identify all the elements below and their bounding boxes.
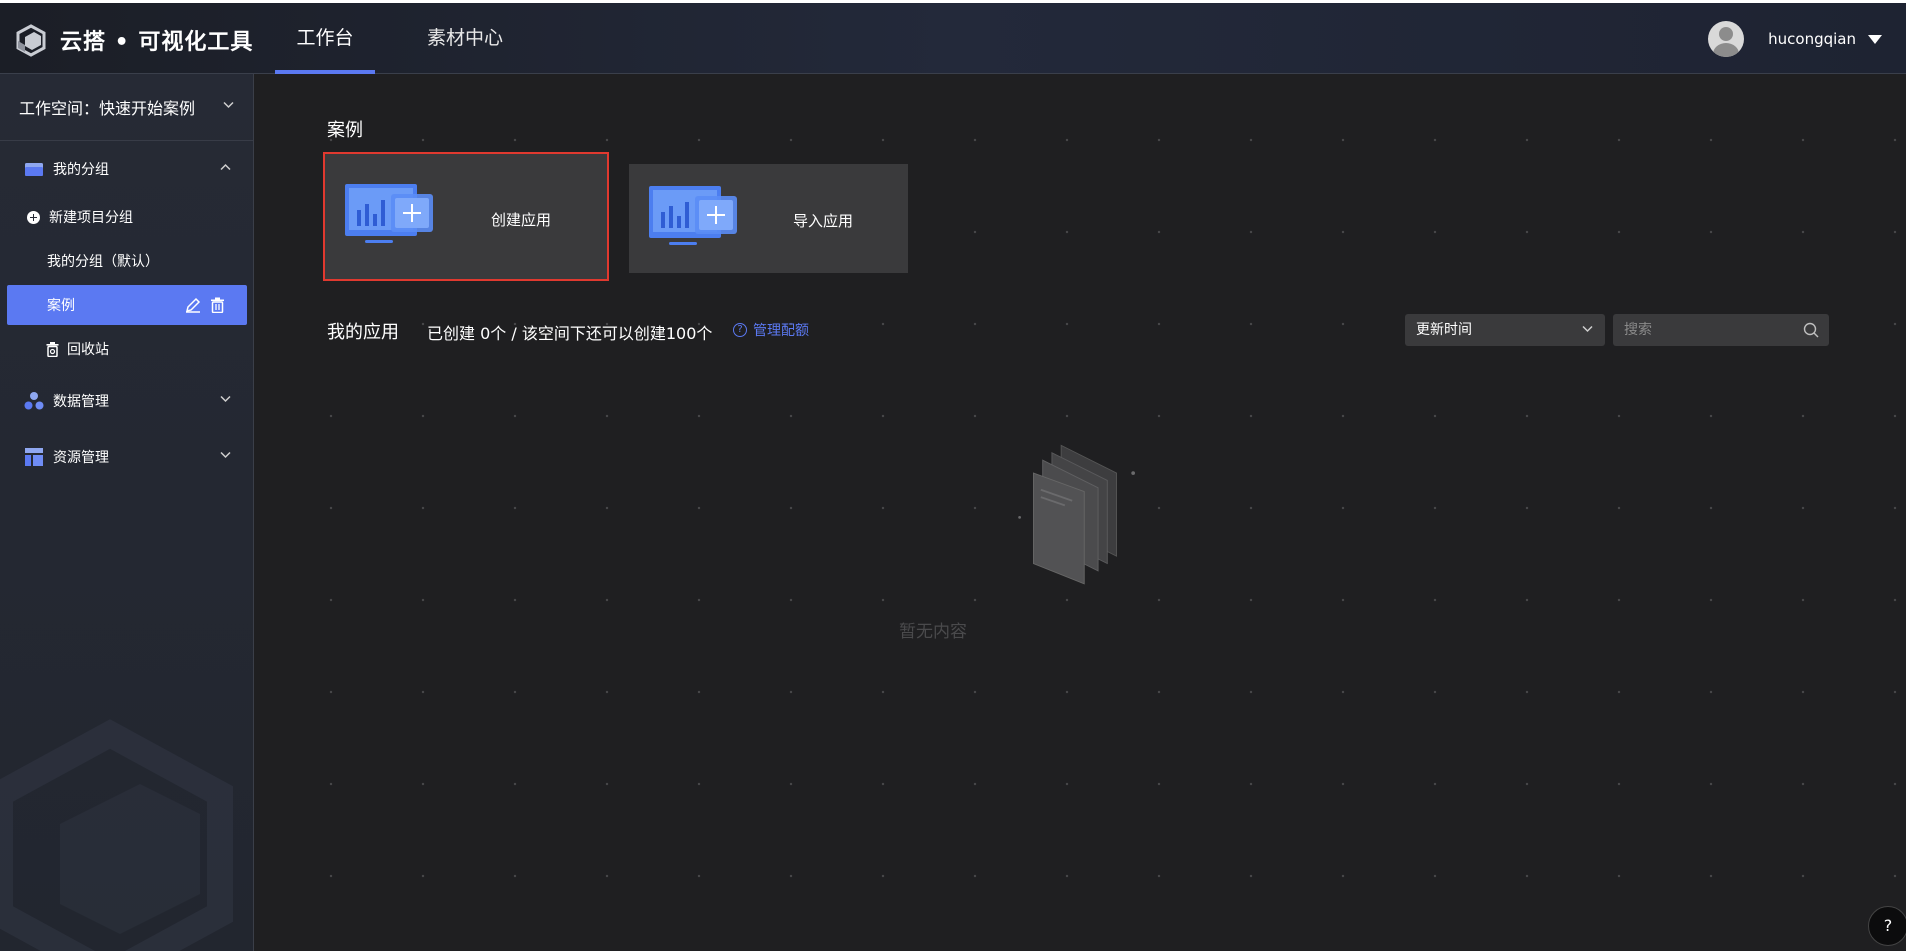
avatar[interactable]	[1708, 21, 1745, 57]
sidebar-group-label: 资源管理	[53, 450, 109, 466]
workspace-selector[interactable]: 工作空间：快速开始案例	[0, 74, 253, 141]
delete-icon[interactable]	[210, 297, 225, 313]
top-bar: 云搭 • 可视化工具 工作台 素材中心 hucongqian	[0, 0, 1906, 74]
sort-select[interactable]: 更新时间	[1405, 314, 1605, 346]
import-app-icon	[649, 186, 737, 245]
sidebar-group-data-management[interactable]: 数据管理	[0, 373, 253, 429]
add-circle-icon	[27, 210, 40, 224]
chevron-down-icon	[220, 395, 231, 403]
sidebar-item-label: 案例	[47, 298, 75, 314]
create-app-label: 创建应用	[491, 211, 552, 229]
sidebar-group-resource-management[interactable]: 资源管理	[0, 429, 253, 485]
section-title: 案例	[327, 120, 363, 141]
empty-state-text: 暂无内容	[899, 622, 967, 642]
help-button[interactable]: ?	[1868, 906, 1906, 946]
caret-down-icon[interactable]	[1868, 34, 1882, 44]
logo-watermark-icon	[0, 719, 233, 951]
chevron-down-icon	[220, 451, 231, 459]
avatar-body-shape	[1713, 43, 1740, 57]
sidebar: 工作空间：快速开始案例 我的分组 新建项目分组 我的分组（默认） 案例 回收站 …	[0, 74, 254, 951]
sidebar-group-label: 我的分组	[53, 162, 109, 178]
manage-quota-link[interactable]: ? 管理配额	[733, 320, 809, 340]
manage-quota-label: 管理配额	[753, 323, 809, 339]
main-content: 案例 创建应用 导入应用 我的应用 已创建 0个 / 该空间下还可以创建100个…	[255, 74, 1906, 951]
import-app-label: 导入应用	[793, 212, 854, 230]
create-app-card[interactable]: 创建应用	[323, 152, 609, 281]
username[interactable]: hucongqian	[1768, 30, 1856, 48]
avatar-head-shape	[1719, 27, 1734, 41]
new-group-button[interactable]: 新建项目分组	[7, 197, 247, 237]
search-box[interactable]	[1613, 314, 1829, 346]
edit-icon[interactable]	[185, 297, 201, 313]
search-input[interactable]	[1613, 314, 1793, 346]
sidebar-item-default-group[interactable]: 我的分组（默认）	[7, 241, 247, 281]
sidebar-group-my-groups[interactable]: 我的分组	[0, 141, 253, 197]
create-app-icon	[345, 184, 433, 243]
brand-name: 云搭 • 可视化工具	[60, 30, 254, 55]
my-apps-title: 我的应用	[327, 322, 399, 343]
trash-icon	[46, 341, 59, 357]
data-nodes-icon	[24, 392, 44, 410]
sidebar-group-label: 数据管理	[53, 394, 109, 410]
layout-icon	[25, 448, 43, 466]
sidebar-item-label: 我的分组（默认）	[47, 254, 159, 270]
workspace-label: 工作空间：快速开始案例	[19, 99, 196, 118]
folder-icon	[25, 163, 43, 176]
apps-quota-info: 已创建 0个 / 该空间下还可以创建100个	[427, 324, 713, 343]
empty-state-illustration	[1018, 444, 1135, 585]
logo-icon	[16, 24, 46, 57]
search-icon[interactable]	[1803, 322, 1819, 338]
chevron-up-icon	[220, 163, 231, 171]
import-app-card[interactable]: 导入应用	[629, 164, 908, 273]
chevron-down-icon	[1582, 325, 1593, 333]
logo[interactable]: 云搭 • 可视化工具	[14, 23, 253, 57]
question-circle-icon: ?	[733, 323, 747, 337]
sidebar-item-cases[interactable]: 案例	[7, 285, 247, 325]
chevron-down-icon	[223, 101, 234, 109]
new-group-label: 新建项目分组	[49, 210, 133, 226]
sort-selected-value: 更新时间	[1416, 322, 1472, 338]
user-menu[interactable]: hucongqian	[1708, 21, 1882, 57]
sidebar-item-label: 回收站	[67, 342, 109, 358]
sidebar-item-recycle-bin[interactable]: 回收站	[7, 329, 247, 369]
tab-material-center[interactable]: 素材中心	[415, 3, 515, 74]
tab-workbench[interactable]: 工作台	[275, 3, 375, 74]
